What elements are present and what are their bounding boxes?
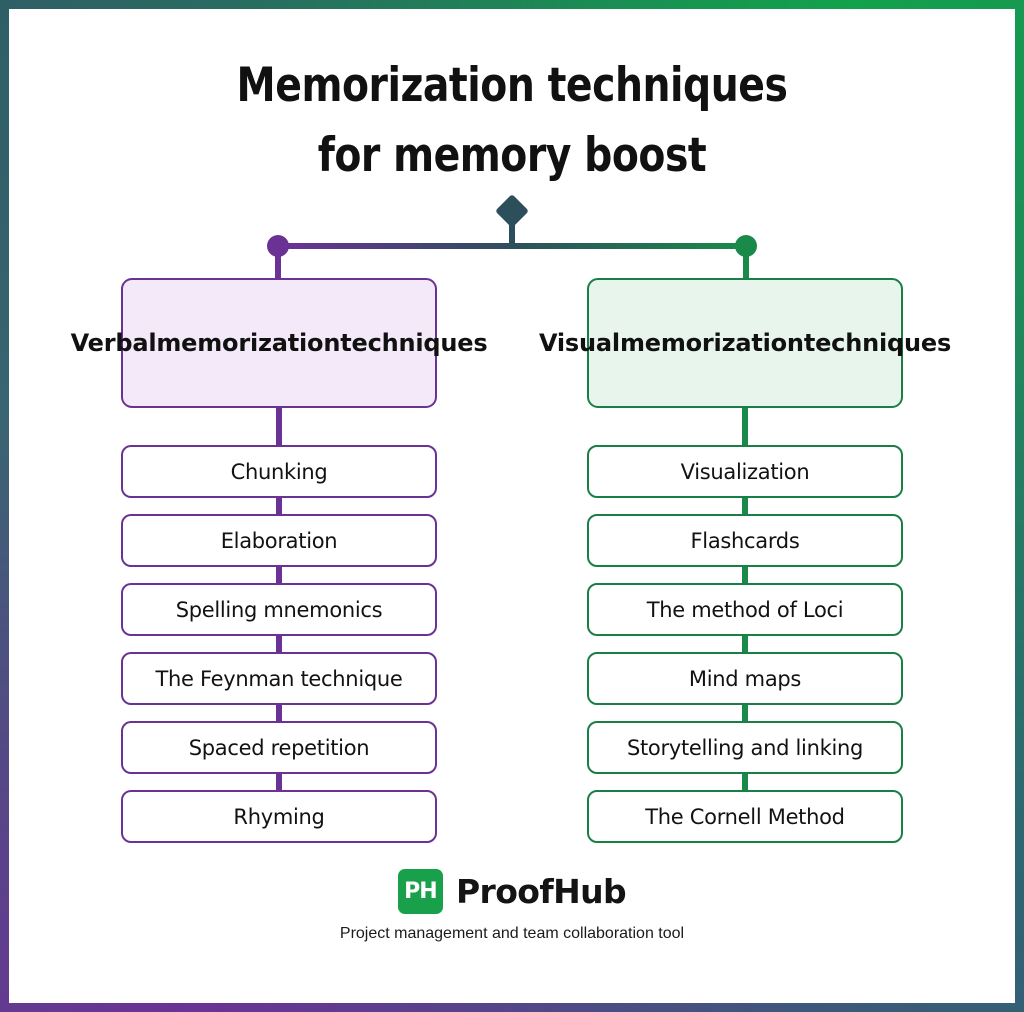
list-item[interactable]: Flashcards — [587, 514, 903, 567]
list-item[interactable]: Rhyming — [121, 790, 437, 843]
branch-column-visual: Visual memorization techniques Visualiza… — [539, 278, 951, 843]
visual-drop-line — [743, 246, 749, 281]
branch-column-verbal: Verbal memorization techniques Chunking … — [71, 278, 488, 843]
verbal-drop-line — [275, 246, 281, 281]
list-item-label: Visualization — [680, 459, 810, 484]
list-item-label: The method of Loci — [646, 597, 844, 622]
root-stem — [509, 212, 515, 249]
list-item[interactable]: Elaboration — [121, 514, 437, 567]
list-item-label: Spelling mnemonics — [175, 597, 383, 622]
page-title: Memorization techniques for memory boost — [44, 51, 980, 190]
list-item-label: Flashcards — [690, 528, 800, 553]
list-item[interactable]: Spelling mnemonics — [121, 583, 437, 636]
branch-heading-verbal-l2: memorization — [156, 328, 341, 357]
visual-item-list: Visualization Flashcards The method of L… — [587, 445, 903, 843]
list-item-label: Rhyming — [233, 804, 325, 829]
brand-row: PH ProofHub — [9, 869, 1015, 914]
branch-heading-verbal[interactable]: Verbal memorization techniques — [71, 278, 488, 408]
list-item-label: Mind maps — [688, 666, 802, 691]
list-item[interactable]: Chunking — [121, 445, 437, 498]
title-line-1: Memorization techniques — [236, 58, 788, 113]
diagram-canvas: Memorization techniques for memory boost — [9, 9, 1015, 1003]
list-item[interactable]: Mind maps — [587, 652, 903, 705]
list-item-label: The Feynman technique — [155, 666, 403, 691]
proofhub-logo-text: PH — [404, 879, 438, 904]
branch-heading-visual-l3: techniques — [803, 328, 952, 357]
branch-heading-verbal-l1: Verbal — [70, 328, 157, 357]
infographic-root: Memorization techniques for memory boost — [0, 0, 1024, 1012]
list-item-label: The Cornell Method — [645, 804, 845, 829]
footer-branding: PH ProofHub Project management and team … — [9, 869, 1015, 943]
proofhub-logo-icon: PH — [397, 869, 443, 914]
root-diamond-icon — [496, 195, 528, 227]
list-item-label: Chunking — [230, 459, 328, 484]
list-item[interactable]: The Cornell Method — [587, 790, 903, 843]
verbal-item-list: Chunking Elaboration Spelling mnemonics … — [121, 445, 437, 843]
list-item-label: Spaced repetition — [188, 735, 370, 760]
list-item-label: Elaboration — [220, 528, 338, 553]
branch-heading-visual[interactable]: Visual memorization techniques — [539, 278, 951, 408]
list-item[interactable]: The Feynman technique — [121, 652, 437, 705]
list-item-label: Storytelling and linking — [626, 735, 864, 760]
branch-columns: Verbal memorization techniques Chunking … — [9, 278, 1015, 843]
branch-heading-visual-l2: memorization — [619, 328, 804, 357]
list-item[interactable]: Spaced repetition — [121, 721, 437, 774]
list-item[interactable]: Storytelling and linking — [587, 721, 903, 774]
verbal-branch-node-icon — [267, 235, 289, 257]
branch-bar — [278, 243, 746, 249]
title-line-2: for memory boost — [317, 127, 707, 183]
list-item[interactable]: Visualization — [587, 445, 903, 498]
brand-tagline: Project management and team collaboratio… — [339, 925, 685, 942]
visual-branch-node-icon — [735, 235, 757, 257]
list-item[interactable]: The method of Loci — [587, 583, 903, 636]
branch-heading-verbal-l3: techniques — [340, 328, 488, 357]
brand-name: ProofHub — [455, 872, 627, 911]
branch-heading-visual-l1: Visual — [538, 328, 620, 357]
